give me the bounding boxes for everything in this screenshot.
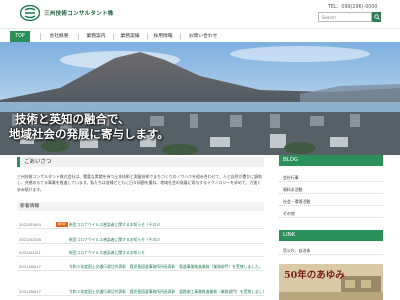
greeting-text: 三州技術コンサルタント株式会社は、豊富な実績を持つ土木技術と測量技術でまちづくり… — [17, 174, 262, 192]
news-item[interactable]: 2022/02/28 新型コロナウイルス感染者に関するお知らせ（その2） — [17, 235, 264, 244]
sidebar-item-government-links[interactable]: 官公庁、自治体 — [279, 246, 383, 255]
news-date: 2022/03/04 — [19, 222, 41, 227]
news-date: 2022/02/21 — [19, 250, 41, 255]
sidebar-item-other[interactable]: その他 — [279, 209, 383, 218]
nav-item-company[interactable]: 会社概要 — [43, 31, 75, 42]
news-item[interactable]: 2021/08/17 令和３年度国土交通行政功労表彰 鹿児島国道事務所所長表彰 … — [17, 287, 264, 296]
hero-catchphrase-line1: 技術と英知の融合で、 — [15, 112, 130, 126]
news-date: 2021/08/17 — [19, 264, 41, 269]
banner-title: 50年のあゆみ — [284, 270, 345, 281]
news-date: 2022/02/28 — [19, 237, 41, 242]
news-title-link[interactable]: 新型コロナウイルス感染者に関するお知らせ — [69, 248, 145, 256]
company-name[interactable]: 三州技術コンサルタント株 — [44, 9, 114, 17]
company-logo-icon[interactable] — [20, 5, 40, 21]
news-item[interactable]: 2021/08/17 令和３年度国土交通行政功労表彰 鹿児島国道事務所所長表彰 … — [17, 262, 264, 271]
greeting-heading: ごあいさつ — [17, 157, 264, 167]
news-heading: 新着情報 — [17, 202, 264, 211]
fifty-years-history-banner[interactable]: 50年のあゆみ — [279, 264, 383, 300]
nav-item-recruit[interactable]: 採用情報 — [148, 31, 178, 42]
nav-divider — [180, 33, 181, 40]
phone-number: TEL：099(296)-0000 — [328, 5, 378, 10]
global-nav: TOP 会社概要 業務案内 業務実績 採用情報 お問い合わせ — [0, 28, 400, 42]
sidebar-item-company-events[interactable]: 会社行事 — [279, 173, 383, 182]
nav-item-top[interactable]: TOP — [10, 31, 30, 42]
sidebar-item-social-environment[interactable]: 社会・環境活動 — [279, 197, 383, 206]
nav-divider — [40, 33, 41, 40]
blog-heading: BLOG — [279, 155, 383, 166]
hero-banner: 技術と英知の融合で、 地域社会の発展に寄与します。 — [0, 42, 400, 155]
nav-item-contact[interactable]: お問い合わせ — [182, 31, 224, 42]
news-title-link[interactable]: 新型コロナウイルス感染者に関するお知らせ（その3） — [69, 220, 162, 228]
nav-item-achievements[interactable]: 業務実績 — [114, 31, 146, 42]
new-badge: NEW — [56, 222, 68, 227]
sidebar-item-activities[interactable]: 資料お活動 — [279, 185, 383, 194]
news-item[interactable]: 2022/03/04 NEW 新型コロナウイルス感染者に関するお知らせ（その3） — [17, 220, 264, 229]
news-item[interactable]: 2022/02/21 新型コロナウイルス感染者に関するお知らせ — [17, 248, 264, 257]
nav-divider — [78, 33, 79, 40]
news-title-link[interactable]: 新型コロナウイルス感染者に関するお知らせ（その2） — [69, 235, 162, 243]
news-title-link[interactable]: 令和３年度国土交通行政功労表彰 鹿児島国道事務所所長表彰 道路施工事業推進業務（… — [69, 287, 264, 295]
search-button[interactable] — [372, 12, 381, 22]
link-heading: LINK — [279, 230, 383, 241]
site-header: 三州技術コンサルタント株 TEL：099(296)-0000 — [0, 0, 400, 28]
news-date: 2021/08/17 — [19, 289, 41, 294]
hero-catchphrase-line2: 地域社会の発展に寄与します。 — [9, 127, 169, 141]
news-title-link[interactable]: 令和３年度国土交通行政功労表彰 鹿児島国道事務所所長表彰 県道事業推進業務（業務… — [69, 262, 263, 270]
search-input[interactable] — [318, 12, 372, 22]
nav-item-services[interactable]: 業務案内 — [80, 31, 112, 42]
search-icon — [373, 14, 380, 20]
